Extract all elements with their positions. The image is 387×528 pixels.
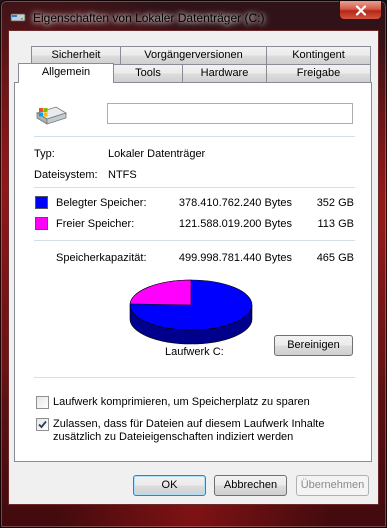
type-label: Typ: [34, 148, 55, 160]
close-icon [355, 4, 366, 16]
used-label: Belegter Speicher: [56, 197, 147, 209]
tab-label: Vorgängerversionen [144, 49, 243, 61]
used-color-swatch [35, 196, 48, 209]
drive-icon [10, 13, 26, 22]
tab-vorgaengerversionen[interactable]: Vorgängerversionen [120, 46, 267, 64]
separator [34, 240, 355, 241]
cleanup-button[interactable]: Bereinigen [274, 335, 353, 356]
tab-label: Kontingent [292, 49, 345, 61]
filesystem-value: NTFS [108, 169, 137, 181]
close-button[interactable] [339, 1, 382, 20]
tab-label: Hardware [200, 67, 249, 79]
index-label-line1: Zulassen, dass für Dateien auf diesem La… [53, 418, 325, 430]
pie-slice-free [129, 279, 192, 306]
capacity-label: Speicherkapazität: [56, 252, 147, 264]
checkmark-icon [38, 420, 47, 429]
capacity-bytes: 499.998.781.440 Bytes [178, 252, 292, 264]
used-gb: 352 GB [316, 197, 354, 209]
tab-label: Sicherheit [51, 49, 101, 61]
tab-hardware[interactable]: Hardware [182, 64, 267, 82]
type-value: Lokaler Datenträger [108, 148, 206, 160]
tab-label: Allgemein [41, 66, 91, 78]
free-label: Freier Speicher: [56, 218, 135, 230]
free-color-swatch [35, 217, 48, 230]
drive-name-input[interactable] [107, 103, 353, 124]
used-bytes: 378.410.762.240 Bytes [178, 197, 292, 209]
ok-button[interactable]: OK [133, 475, 206, 496]
free-bytes: 121.588.019.200 Bytes [178, 218, 292, 230]
tab-freigabe[interactable]: Freigabe [266, 64, 371, 82]
index-checkbox[interactable] [36, 418, 49, 431]
tab-kontingent[interactable]: Kontingent [266, 46, 371, 64]
tab-allgemein[interactable]: Allgemein [18, 63, 114, 83]
cancel-button[interactable]: Abbrechen [214, 475, 287, 496]
separator [34, 187, 355, 188]
compress-checkbox[interactable] [36, 396, 49, 409]
capacity-gb: 465 GB [316, 252, 354, 264]
index-label-line2: zusätzlich zu Dateieigenschaften indizie… [53, 431, 294, 443]
title-bar[interactable]: Eigenschaften von Lokaler Datenträger (C… [0, 0, 387, 30]
window-title: Eigenschaften von Lokaler Datenträger (C… [33, 11, 265, 25]
drive-letter-label: Laufwerk C: [165, 346, 224, 358]
tab-sicherheit[interactable]: Sicherheit [31, 46, 121, 64]
apply-button[interactable]: Übernehmen [296, 475, 369, 496]
filesystem-label: Dateisystem: [34, 169, 98, 181]
hard-drive-icon [36, 106, 67, 125]
disk-usage-pie-chart [129, 279, 253, 345]
separator [34, 377, 355, 378]
tab-label: Freigabe [296, 67, 341, 79]
tab-label: Tools [135, 67, 161, 79]
tab-tools[interactable]: Tools [113, 64, 183, 82]
free-gb: 113 GB [317, 218, 355, 230]
compress-label: Laufwerk komprimieren, um Speicherplatz … [53, 396, 310, 408]
separator [34, 136, 355, 137]
